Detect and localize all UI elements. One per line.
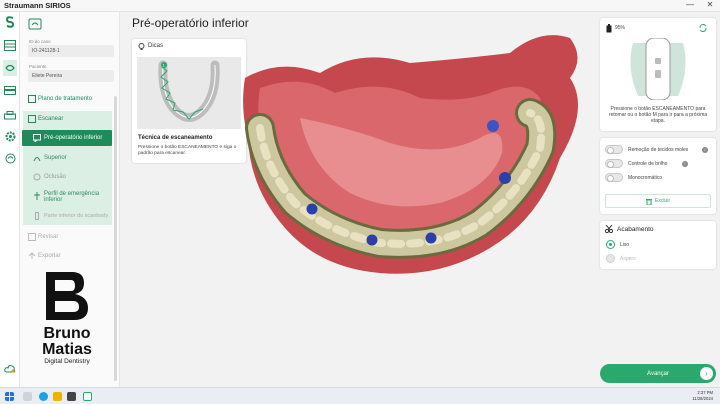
nav-treatment-plan-label: Plano de tratamento — [38, 96, 93, 102]
tips-title: Técnica de escaneamento — [138, 135, 213, 141]
scan-pattern-diagram: 1 — [137, 57, 241, 129]
case-list-icon[interactable] — [4, 39, 16, 51]
finish-header: Acabamento — [617, 226, 654, 233]
patient-field: Eliete Pereira — [28, 70, 114, 82]
export-icon — [28, 252, 36, 259]
windows-start-icon[interactable] — [5, 392, 14, 401]
nav-preop-lower[interactable]: Pré-operatório inferior — [22, 130, 112, 146]
case-id-label: ID do caso — [29, 39, 51, 44]
nav-occlusion[interactable]: Oclusão — [22, 170, 116, 184]
next-button-label: Avançar — [647, 370, 669, 377]
scan-options-card: Remoção de tecidos moles i Controle de b… — [600, 138, 716, 214]
soft-tissue-removal-toggle[interactable] — [605, 145, 623, 154]
scanner-illustration — [618, 38, 698, 100]
soft-tissue-removal-label: Remoção de tecidos moles — [628, 147, 689, 153]
close-button[interactable]: ✕ — [704, 0, 716, 9]
delete-label: Excluir — [654, 198, 670, 204]
chat-step-icon — [33, 134, 41, 142]
nav-export[interactable]: Exportar — [20, 249, 114, 263]
next-button[interactable]: Avançar › — [600, 364, 716, 383]
review-icon — [28, 233, 36, 241]
nav-scan[interactable]: Escanear — [20, 112, 114, 126]
nav-lower-scanbody[interactable]: Parte inferior do scanbody — [22, 208, 116, 224]
finish-card: Acabamento Liso Áspero — [600, 221, 716, 269]
nav-emergence-profile[interactable]: Perfil de emergência inferior — [22, 188, 116, 206]
nav-occlusion-label: Oclusão — [44, 174, 67, 180]
battery-level: 95% — [615, 25, 626, 31]
app-icon[interactable] — [67, 392, 76, 401]
app-title: Straumann SIRIOS — [4, 1, 71, 10]
nav-review-label: Revisar — [38, 234, 59, 240]
minimize-button[interactable]: — — [684, 0, 696, 9]
logo-line1: Bruno — [43, 325, 91, 342]
battery-icon — [606, 24, 612, 33]
cloud-sync-icon[interactable] — [4, 362, 16, 374]
clock-time: 2:37 PM — [697, 390, 713, 395]
scanner-status-card: 95% Pressione o botão ESCANEAMENTO para … — [600, 18, 716, 131]
file-explorer-icon[interactable] — [53, 392, 62, 401]
title-bar: Straumann SIRIOS — ✕ — [0, 0, 720, 12]
case-id-field: IO-241128-1 — [28, 45, 114, 57]
smooth-label: Liso — [620, 242, 630, 248]
tips-card: Dicas 1 Técnica de escaneamento Pression… — [132, 39, 246, 163]
clock-date: 11/28/2024 — [692, 396, 713, 401]
smooth-radio[interactable] — [606, 240, 615, 249]
monochrome-toggle[interactable] — [605, 173, 623, 182]
nav-scan-label: Escanear — [38, 116, 64, 122]
rough-label: Áspero — [620, 256, 636, 262]
clock: 2:37 PM 11/28/2024 — [683, 390, 713, 402]
lightbulb-icon — [138, 43, 145, 50]
rough-radio[interactable] — [606, 254, 615, 263]
occlusion-icon — [33, 173, 41, 181]
nav-export-label: Exportar — [38, 253, 61, 259]
refresh-sync-icon[interactable] — [698, 23, 708, 33]
nav-lower-scanbody-label: Parte inferior do scanbody — [44, 213, 109, 219]
patient-label: Paciente — [29, 64, 47, 69]
nav-upper[interactable]: Superior — [22, 151, 116, 165]
logo-subtitle: Digital Dentistry — [44, 358, 90, 365]
nav-upper-label: Superior — [44, 155, 67, 161]
nav-review[interactable]: Revisar — [20, 230, 114, 244]
page-title: Pré-operatório inferior — [132, 16, 249, 30]
scissors-icon — [605, 225, 613, 233]
arrow-right-icon: › — [700, 367, 713, 380]
info-icon[interactable]: i — [702, 147, 708, 153]
brightness-control-label: Controle de brilho — [628, 161, 668, 167]
search-icon[interactable] — [23, 392, 32, 401]
logo-b-mark — [46, 272, 88, 320]
upper-jaw-icon — [33, 157, 41, 162]
card-icon[interactable] — [4, 84, 16, 96]
windows-taskbar: 2:37 PM 11/28/2024 — [0, 387, 720, 404]
scanner-hint-text: Pressione o botão ESCANEAMENTO para reto… — [608, 106, 708, 124]
scan-workflow-icon[interactable] — [3, 60, 17, 76]
3d-scan-viewport[interactable] — [240, 18, 600, 308]
side-panel-scrollbar[interactable] — [114, 96, 117, 381]
info-icon[interactable]: i — [682, 161, 688, 167]
icon-bar — [0, 12, 20, 387]
nav-preop-lower-label: Pré-operatório inferior — [44, 135, 103, 141]
tips-text: Pressione o botão ESCANEAMENTO e siga o … — [138, 145, 237, 156]
help-icon[interactable] — [4, 152, 16, 164]
tips-header: Dicas — [148, 43, 164, 49]
delete-button[interactable]: Excluir — [605, 194, 711, 208]
trash-icon — [645, 198, 652, 205]
watermark-logo: Bruno Matias Digital Dentistry — [22, 272, 112, 372]
scan-icon — [28, 115, 36, 123]
edge-browser-icon[interactable] — [39, 392, 48, 401]
sirios-taskbar-icon[interactable] — [83, 392, 92, 401]
logo-line2: Matias — [42, 341, 92, 358]
emergence-profile-icon — [34, 192, 40, 200]
scanbody-icon — [35, 212, 39, 220]
nav-treatment-plan[interactable]: Plano de tratamento — [20, 92, 114, 106]
treatment-plan-icon — [28, 95, 36, 103]
sirios-logo-icon[interactable] — [4, 16, 16, 28]
printer-icon[interactable] — [4, 110, 16, 122]
monochrome-label: Monocromático — [628, 175, 663, 181]
nav-emergence-profile-label: Perfil de emergência inferior — [44, 191, 100, 203]
settings-gear-icon[interactable] — [4, 130, 16, 142]
brightness-control-toggle[interactable] — [605, 159, 623, 168]
case-icon — [28, 18, 42, 32]
